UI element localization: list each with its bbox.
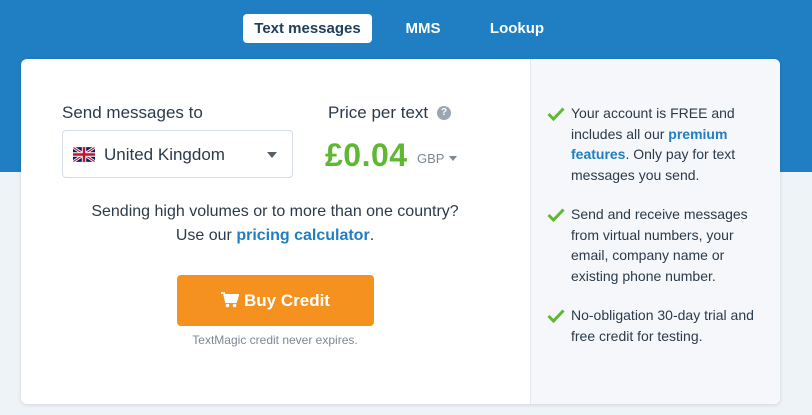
price-per-text-label: Price per text	[328, 103, 429, 122]
chevron-down-icon	[449, 156, 458, 161]
check-icon	[547, 107, 565, 122]
tab-lookup[interactable]: Lookup	[478, 14, 556, 43]
volume-info-line2: Use our pricing calculator.	[61, 224, 489, 248]
help-icon[interactable]: ?	[437, 106, 451, 120]
country-value: United Kingdom	[104, 145, 225, 164]
volume-info-prefix: Use our	[175, 227, 237, 244]
cart-icon	[221, 277, 240, 328]
buy-credit-button[interactable]: Buy Credit	[177, 275, 374, 326]
tab-bar: Text messages MMS Lookup	[0, 14, 812, 44]
tab-mms[interactable]: MMS	[392, 14, 454, 43]
tab-text-messages[interactable]: Text messages	[243, 14, 372, 43]
price-value: £0.04	[325, 137, 408, 173]
credit-note: TextMagic credit never expires.	[192, 333, 358, 347]
volume-info-suffix: .	[369, 227, 375, 244]
pricing-card: Send messages to United Kingdom Price pe…	[21, 59, 780, 404]
uk-flag-icon	[73, 147, 95, 162]
chevron-down-icon	[267, 152, 277, 158]
volume-info-line1: Sending high volumes or to more than one…	[91, 203, 459, 220]
currency-value: GBP	[417, 151, 445, 166]
features-panel: Your account is FREE and includes all ou…	[530, 59, 780, 404]
country-select[interactable]: United Kingdom	[62, 130, 293, 178]
volume-info: Sending high volumes or to more than one…	[61, 200, 489, 248]
check-icon	[547, 309, 565, 324]
feature-free-trial: No-obligation 30-day trial and free cred…	[571, 307, 754, 344]
feature-free-account: Your account is FREE and includes all ou…	[571, 103, 771, 185]
buy-credit-label: Buy Credit	[244, 291, 330, 310]
send-messages-label: Send messages to	[62, 103, 203, 122]
currency-select[interactable]: GBP	[417, 151, 458, 166]
pricing-calculator-link[interactable]: pricing calculator	[236, 227, 369, 244]
check-icon	[547, 208, 565, 223]
feature-virtual-numbers: Send and receive messages from virtual n…	[571, 206, 748, 284]
